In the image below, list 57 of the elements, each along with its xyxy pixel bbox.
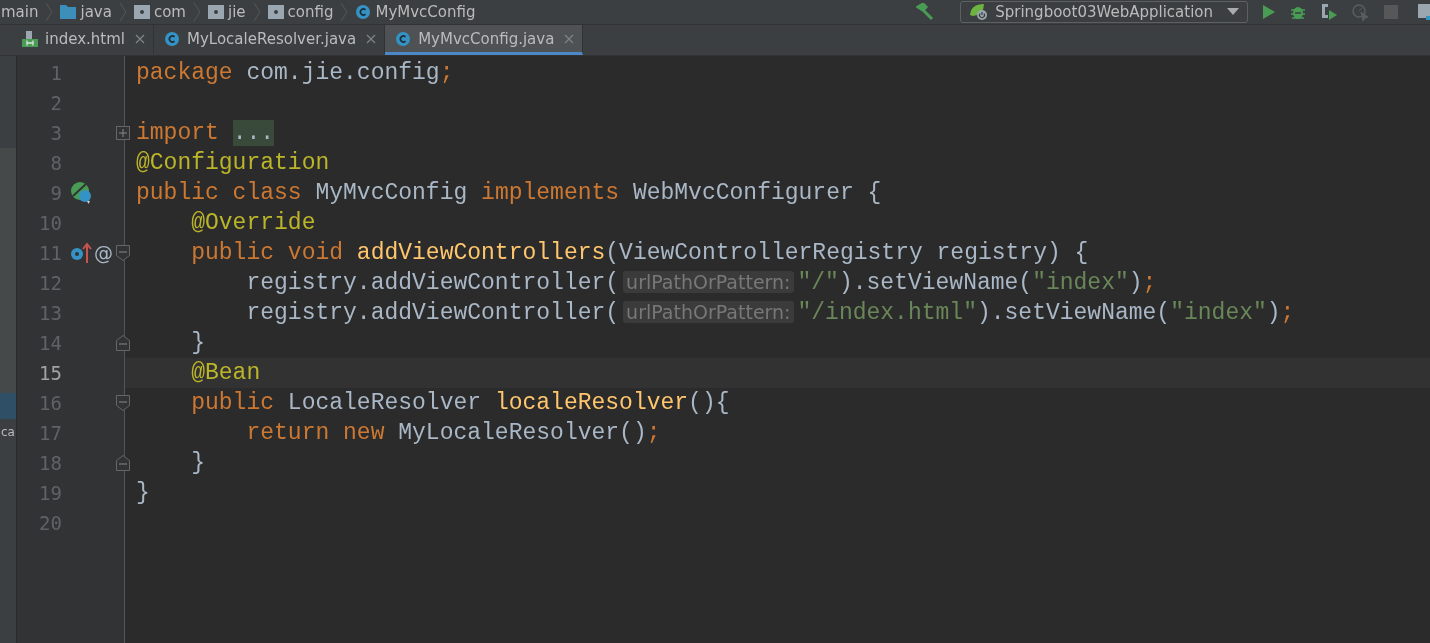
annotation-marker[interactable]: @ [94, 242, 113, 264]
class-icon [164, 30, 180, 47]
hammer-icon[interactable] [916, 3, 935, 21]
code-line: } [190, 450, 205, 476]
spring-boot-icon [969, 3, 990, 21]
breadcrumb-item[interactable]: config [287, 3, 334, 21]
breadcrumb-item[interactable]: MyMvcConfig [375, 3, 476, 21]
code-line: import ... [136, 120, 275, 146]
collapse-fold-icon[interactable] [116, 245, 130, 261]
close-icon[interactable] [564, 33, 575, 44]
code-line: public LocaleResolver localeResolver(){ [190, 390, 730, 416]
chevron-separator-icon [192, 1, 201, 23]
collapse-fold-icon[interactable] [116, 335, 130, 351]
project-panel-text: ca [1, 425, 15, 439]
chevron-separator-icon [118, 1, 127, 23]
run-configuration-dropdown[interactable]: Springboot03WebApplication [960, 1, 1248, 23]
code-line: } [190, 330, 205, 356]
editor-tab[interactable]: index.html [12, 25, 154, 55]
code-line: @Bean [190, 360, 261, 386]
debug-icon[interactable] [1290, 4, 1306, 20]
breadcrumb-item[interactable]: jie [227, 3, 246, 21]
folder-icon [60, 5, 77, 19]
override-icon[interactable] [70, 242, 92, 264]
breadcrumb-item[interactable]: com [153, 3, 186, 21]
run-icon[interactable] [1262, 4, 1276, 20]
class-icon [355, 4, 372, 20]
breadcrumb-item[interactable]: main [1, 3, 39, 21]
collapse-fold-icon[interactable] [116, 455, 130, 471]
code-line: return new MyLocaleResolver(); [245, 420, 661, 446]
package-icon [267, 5, 284, 19]
code-line: public void addViewControllers(ViewControllerRegistry registry) { [190, 240, 1089, 266]
close-icon[interactable] [135, 33, 145, 44]
chevron-separator-icon [45, 1, 54, 23]
selection-highlight [0, 393, 16, 419]
editor-tab[interactable]: MyMvcConfig.java [385, 25, 584, 55]
code-line: @Override [190, 210, 316, 236]
collapse-fold-icon[interactable] [116, 395, 130, 411]
html-file-icon [22, 30, 38, 47]
code-line: registry.addViewController( urlPathOrPattern: "/index.html").setViewName("index"); [245, 300, 1295, 326]
package-icon [133, 5, 150, 19]
chevron-separator-icon [252, 1, 261, 23]
code-line: registry.addViewController( urlPathOrPattern: "/").setViewName("index"); [245, 270, 1157, 296]
caret-icon [1227, 8, 1239, 16]
toolbar-icon[interactable] [1418, 4, 1430, 20]
code-line: public class MyMvcConfig implements WebMvcConfigurer { [136, 180, 882, 206]
code-line: } [136, 480, 150, 506]
close-icon[interactable] [366, 33, 377, 44]
code-line: @Configuration [136, 150, 330, 176]
class-icon [395, 30, 412, 47]
line-number: 15 [38, 362, 62, 384]
bean-class-icon[interactable] [70, 181, 94, 205]
code-line: package com.jie.config; [136, 60, 454, 86]
package-icon [207, 5, 224, 19]
expand-fold-icon[interactable] [116, 126, 130, 140]
coverage-icon[interactable] [1320, 3, 1338, 21]
breadcrumb-item[interactable]: java [80, 3, 112, 21]
chevron-separator-icon [340, 1, 349, 23]
